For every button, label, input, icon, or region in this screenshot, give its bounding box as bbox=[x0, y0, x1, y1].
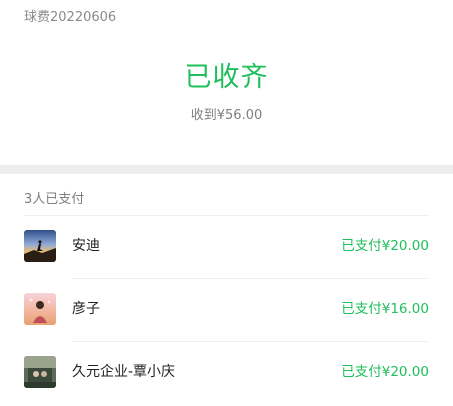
payer-name: 久元企业-覃小庆 bbox=[72, 364, 176, 380]
paid-count-header: 3人已支付 bbox=[24, 192, 85, 207]
payer-row[interactable]: 久元企业-覃小庆 已支付¥20.00 bbox=[0, 342, 453, 405]
paid-amount: 已支付¥20.00 bbox=[341, 238, 429, 254]
payment-collection-page: 球费20220606 已收齐 收到¥56.00 3人已支付 安迪 已支付¥20.… bbox=[0, 0, 453, 406]
avatar bbox=[24, 356, 56, 388]
summary-card: 球费20220606 已收齐 收到¥56.00 bbox=[0, 0, 453, 165]
payer-name: 安迪 bbox=[72, 238, 100, 254]
avatar bbox=[24, 293, 56, 325]
payer-name: 彦子 bbox=[72, 301, 100, 317]
payer-row[interactable]: 彦子 已支付¥16.00 bbox=[0, 279, 453, 342]
paid-amount: 已支付¥20.00 bbox=[341, 364, 429, 380]
payments-list: 3人已支付 安迪 已支付¥20.00 彦子 已支付¥16.00 久元企业-覃小庆… bbox=[0, 174, 453, 406]
collection-status: 已收齐 bbox=[184, 62, 269, 93]
payer-row[interactable]: 安迪 已支付¥20.00 bbox=[0, 216, 453, 279]
received-amount: 收到¥56.00 bbox=[190, 108, 263, 123]
collection-title: 球费20220606 bbox=[24, 10, 117, 25]
avatar bbox=[24, 230, 56, 262]
paid-amount: 已支付¥16.00 bbox=[341, 301, 429, 317]
